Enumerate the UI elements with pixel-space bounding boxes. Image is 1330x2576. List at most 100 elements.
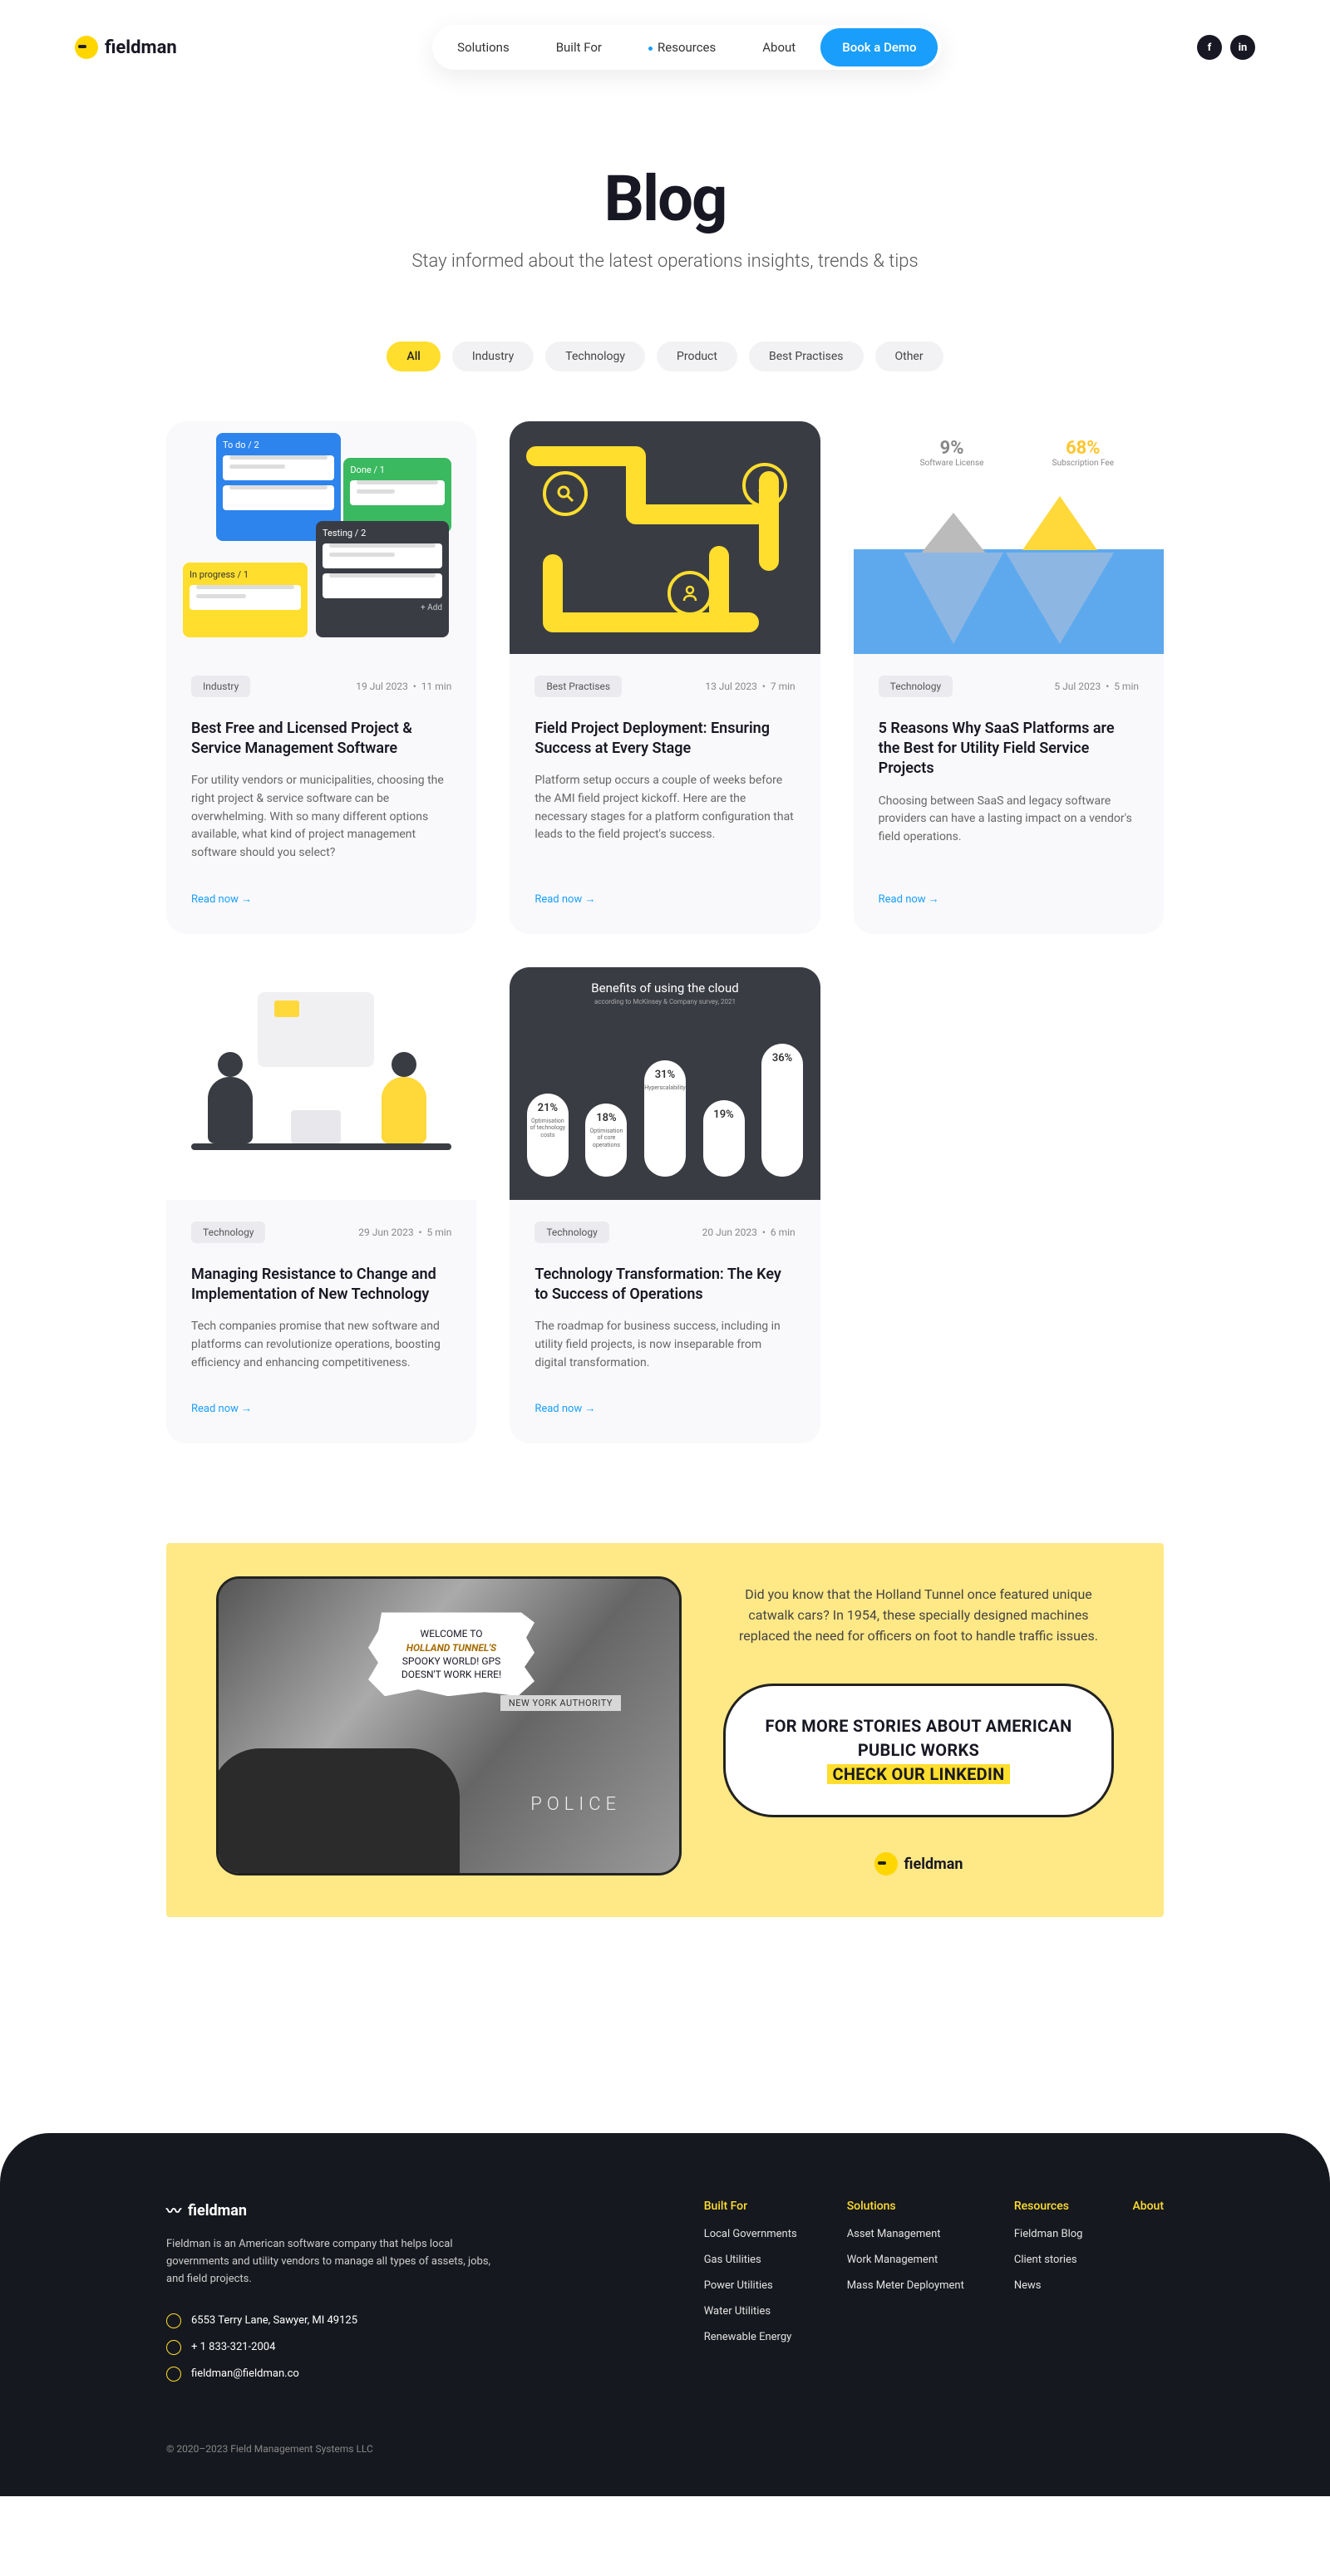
nav-resources[interactable]: Resources <box>627 28 737 66</box>
footer-email[interactable]: fieldman@fieldman.co <box>166 2367 499 2382</box>
post-thumbnail: To do / 2 Done / 1 Testing / 2+ Add In p… <box>166 421 476 654</box>
footer-link[interactable]: Fieldman Blog <box>1014 2228 1083 2242</box>
nav-built-for[interactable]: Built For <box>534 28 623 66</box>
footer: 〰 fieldman Fieldman is an American softw… <box>0 2133 1330 2495</box>
post-title: Best Free and Licensed Project & Service… <box>191 719 451 760</box>
logo-text: fieldman <box>105 37 177 58</box>
kanban-testing: Testing / 2+ Add <box>316 521 449 637</box>
read-now-link[interactable]: Read now <box>534 892 795 906</box>
footer-col-title[interactable]: About <box>1132 2200 1164 2213</box>
linkedin-banner: WELCOME TO HOLLAND TUNNEL'S SPOOKY WORLD… <box>166 1543 1164 1917</box>
footer-col-resources: Resources Fieldman Blog Client stories News <box>1014 2200 1083 2392</box>
footer-link[interactable]: News <box>1014 2279 1083 2293</box>
bar-column: 19% <box>703 1100 745 1177</box>
desk-illustration <box>191 1143 451 1150</box>
page-title: Blog <box>0 161 1330 236</box>
truck-label: NEW YORK AUTHORITY <box>500 1695 621 1711</box>
footer-link[interactable]: Water Utilities <box>704 2305 797 2319</box>
footer-col-built-for: Built For Local Governments Gas Utilities P… <box>704 2200 797 2392</box>
post-meta: 13 Jul 2023 • 7 min <box>705 681 795 692</box>
read-now-link[interactable]: Read now <box>534 1402 795 1415</box>
phone-icon <box>166 2340 181 2355</box>
read-now-link[interactable]: Read now <box>879 892 1139 906</box>
footer-link[interactable]: Renewable Energy <box>704 2331 797 2345</box>
post-excerpt: Choosing between SaaS and legacy softwar… <box>879 793 1139 863</box>
banner-image: WELCOME TO HOLLAND TUNNEL'S SPOOKY WORLD… <box>216 1576 682 1875</box>
search-icon <box>543 471 588 516</box>
footer-link[interactable]: Power Utilities <box>704 2279 797 2293</box>
social-links: f in <box>1197 35 1255 60</box>
banner-logo: fieldman <box>723 1852 1114 1875</box>
footer-link[interactable]: Gas Utilities <box>704 2254 797 2268</box>
bar-column: 18%Optimisation of core operations <box>585 1104 627 1177</box>
filter-other[interactable]: Other <box>875 342 943 371</box>
post-excerpt: The roadmap for business success, includ… <box>534 1318 795 1372</box>
post-meta: 19 Jul 2023 • 11 min <box>356 681 451 692</box>
page-subtitle: Stay informed about the latest operation… <box>0 249 1330 275</box>
post-title: Managing Resistance to Change and Implem… <box>191 1265 451 1305</box>
linkedin-icon[interactable]: in <box>1230 35 1255 60</box>
facebook-icon[interactable]: f <box>1197 35 1222 60</box>
filter-industry[interactable]: Industry <box>452 342 534 371</box>
post-grid: To do / 2 Done / 1 Testing / 2+ Add In p… <box>0 421 1330 1544</box>
post-tag: Technology <box>534 1222 608 1243</box>
category-filters: All Industry Technology Product Best Practis… <box>0 308 1330 421</box>
footer-col-title[interactable]: Resources <box>1014 2200 1083 2213</box>
post-card[interactable]: Technology 29 Jun 2023 • 5 min Managing … <box>166 967 476 1444</box>
footer-link[interactable]: Asset Management <box>847 2228 964 2242</box>
pin-icon <box>166 2313 181 2328</box>
nav-about[interactable]: About <box>741 28 817 66</box>
footer-address: 6553 Terry Lane, Sawyer, MI 49125 <box>166 2313 499 2328</box>
logo[interactable]: fieldman <box>75 36 177 59</box>
post-title: Field Project Deployment: Ensuring Succe… <box>534 719 795 760</box>
filter-best-practises[interactable]: Best Practises <box>749 342 864 371</box>
filter-technology[interactable]: Technology <box>545 342 645 371</box>
book-demo-button[interactable]: Book a Demo <box>820 28 938 66</box>
banner-cta-button[interactable]: FOR MORE STORIES ABOUT AMERICAN PUBLIC W… <box>723 1684 1114 1817</box>
bar-column: 31%Hyperscalability <box>644 1060 686 1177</box>
logo-mark-icon <box>874 1852 898 1875</box>
main-nav: SolutionsBuilt ForResourcesAboutBook a D… <box>432 25 941 70</box>
footer-link[interactable]: Client stories <box>1014 2254 1083 2268</box>
footer-col-title[interactable]: Solutions <box>847 2200 964 2213</box>
read-now-link[interactable]: Read now <box>191 1402 451 1415</box>
post-card[interactable]: To do / 2 Done / 1 Testing / 2+ Add In p… <box>166 421 476 934</box>
chart-title: Benefits of using the cloudaccording to … <box>510 981 820 1005</box>
speech-bubble: WELCOME TO HOLLAND TUNNEL'S SPOOKY WORLD… <box>368 1612 534 1696</box>
footer-link[interactable]: Mass Meter Deployment <box>847 2279 964 2293</box>
wave-icon: 〰 <box>166 2200 181 2221</box>
post-meta: 29 Jun 2023 • 5 min <box>358 1227 451 1238</box>
bar-column: 36% <box>761 1044 803 1177</box>
rocket-icon <box>742 463 787 508</box>
kanban-progress: In progress / 1 <box>183 563 308 637</box>
bar-column: 21%Optimisation of technology costs <box>527 1094 569 1177</box>
mail-icon <box>166 2367 181 2382</box>
footer-logo[interactable]: 〰 fieldman <box>166 2200 499 2221</box>
post-excerpt: For utility vendors or municipalities, c… <box>191 772 451 862</box>
footer-link[interactable]: Work Management <box>847 2254 964 2268</box>
post-excerpt: Tech companies promise that new software… <box>191 1318 451 1372</box>
footer-col-solutions: Solutions Asset Management Work Management… <box>847 2200 964 2392</box>
banner-text: Did you know that the Holland Tunnel onc… <box>723 1576 1114 1671</box>
footer-link[interactable]: Local Governments <box>704 2228 797 2242</box>
copyright: © 2020–2023 Field Management Systems LLC <box>166 2443 1164 2455</box>
post-meta: 5 Jul 2023 • 5 min <box>1054 681 1139 692</box>
post-thumbnail <box>510 421 820 654</box>
post-meta: 20 Jun 2023 • 6 min <box>702 1227 796 1238</box>
post-card[interactable]: 9%Software License 68%Subscription Fee T… <box>854 421 1164 934</box>
post-tag: Technology <box>879 676 953 697</box>
filter-all[interactable]: All <box>387 342 440 371</box>
post-card[interactable]: Benefits of using the cloudaccording to … <box>510 967 820 1444</box>
footer-phone[interactable]: + 1 833-321-2004 <box>166 2340 499 2355</box>
police-label: POLICE <box>530 1794 621 1815</box>
post-card[interactable]: Best Practises 13 Jul 2023 • 7 min Field… <box>510 421 820 934</box>
post-thumbnail: 9%Software License 68%Subscription Fee <box>854 421 1164 654</box>
post-thumbnail <box>166 967 476 1200</box>
footer-col-title[interactable]: Built For <box>704 2200 797 2213</box>
nav-solutions[interactable]: Solutions <box>436 28 531 66</box>
post-title: 5 Reasons Why SaaS Platforms are the Bes… <box>879 719 1139 779</box>
logo-mark-icon <box>75 36 98 59</box>
post-thumbnail: Benefits of using the cloudaccording to … <box>510 967 820 1200</box>
filter-product[interactable]: Product <box>657 342 737 371</box>
read-now-link[interactable]: Read now <box>191 892 451 906</box>
